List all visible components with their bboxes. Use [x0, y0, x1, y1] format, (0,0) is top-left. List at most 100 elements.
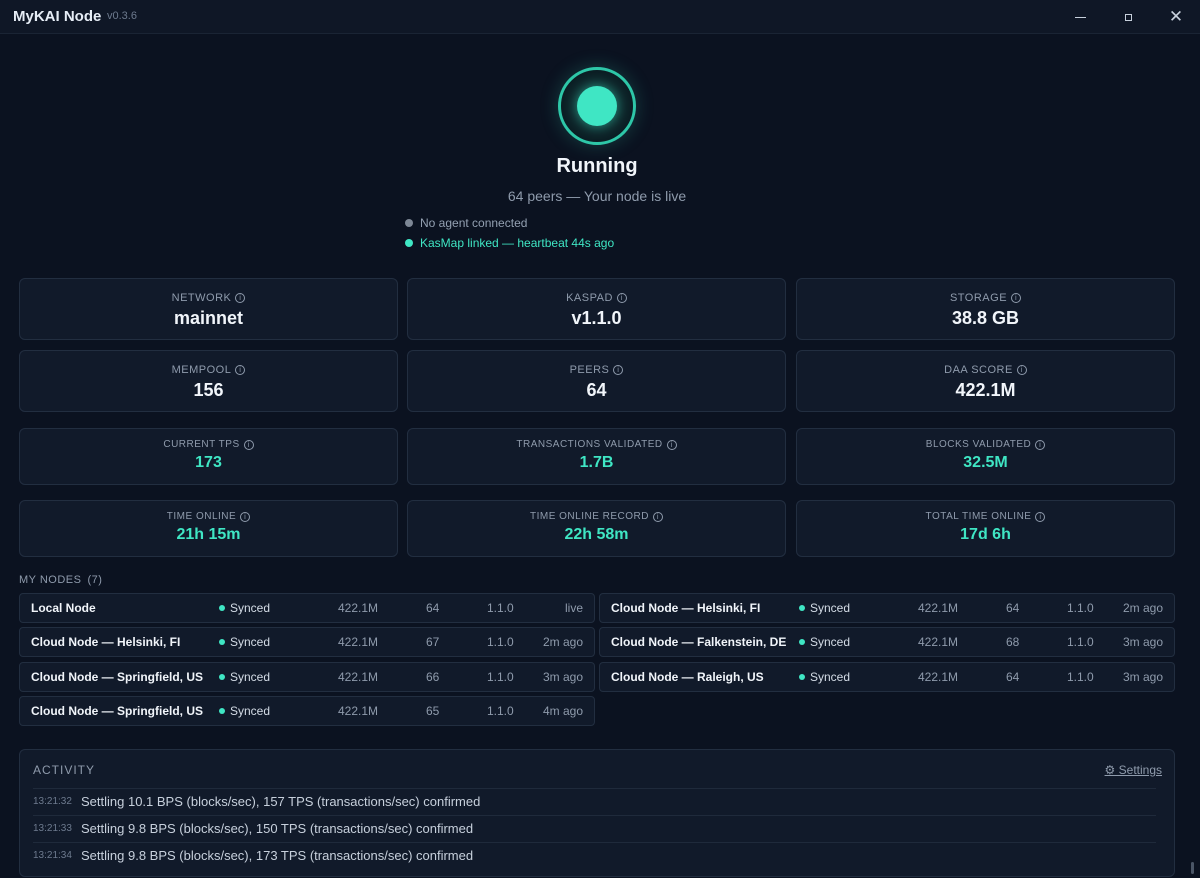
counter-card-time-online: TIME ONLINE i 21h 15m: [19, 500, 398, 557]
node-last-seen: 2m ago: [1122, 601, 1163, 615]
activity-entry: 13:21:32 Settling 10.1 BPS (blocks/sec),…: [33, 788, 1156, 815]
info-icon[interactable]: i: [653, 511, 663, 522]
info-icon[interactable]: i: [1035, 439, 1046, 450]
activity-entry: 13:21:33 Settling 9.8 BPS (blocks/sec), …: [33, 815, 1156, 842]
node-last-seen: 3m ago: [1122, 670, 1163, 684]
node-peers: 68: [1006, 635, 1020, 649]
node-row[interactable]: Cloud Node — Springfield, US Synced 422.…: [19, 662, 595, 692]
node-last-seen: 4m ago: [542, 704, 583, 718]
my-nodes-count: (7): [87, 574, 103, 586]
counter-value: 21h 15m: [176, 526, 241, 543]
info-icon[interactable]: i: [235, 365, 246, 375]
activity-time: 13:21:34: [33, 850, 72, 861]
status-dot: [577, 86, 617, 126]
stat-value: 422.1M: [955, 380, 1016, 400]
stat-value: 156: [193, 380, 224, 400]
node-daa: 422.1M: [918, 601, 959, 615]
stat-card-network: NETWORK i mainnet: [19, 278, 398, 340]
node-last-seen: 3m ago: [542, 670, 583, 684]
kasmap-status: KasMap linked — heartbeat 44s ago: [405, 236, 614, 250]
node-daa: 422.1M: [918, 635, 959, 649]
counter-label: CURRENT TPS: [163, 439, 240, 450]
node-daa: 422.1M: [338, 704, 379, 718]
synced-dot-icon: [799, 605, 805, 611]
stat-value: 64: [586, 380, 607, 400]
node-row[interactable]: Cloud Node — Falkenstein, DE Synced 422.…: [599, 627, 1175, 657]
agent-status: No agent connected: [405, 216, 527, 230]
node-daa: 422.1M: [918, 670, 959, 684]
counter-value: 22h 58m: [564, 526, 629, 543]
counter-value: 173: [195, 454, 222, 471]
app-version: v0.3.6: [107, 10, 137, 22]
stat-label: KASPAD: [566, 292, 613, 304]
node-peers: 67: [426, 635, 440, 649]
minimize-icon: [1074, 16, 1086, 18]
node-peers: 64: [1006, 601, 1020, 615]
node-peers: 65: [426, 704, 440, 718]
node-sync-status: Synced: [219, 635, 270, 649]
node-name: Cloud Node — Raleigh, US: [611, 670, 764, 684]
stat-card-daa-score: DAA SCORE i 422.1M: [796, 350, 1175, 412]
activity-message: Settling 9.8 BPS (blocks/sec), 173 TPS (…: [81, 848, 474, 863]
activity-message: Settling 10.1 BPS (blocks/sec), 157 TPS …: [81, 794, 481, 809]
node-version: 1.1.0: [1067, 670, 1094, 684]
stat-label: STORAGE: [949, 292, 1008, 304]
activity-title: ACTIVITY: [33, 763, 96, 777]
counter-label: BLOCKS VALIDATED: [925, 439, 1032, 450]
node-sync-status: Synced: [799, 601, 850, 615]
node-row[interactable]: Cloud Node — Helsinki, FI Synced 422.1M …: [19, 627, 595, 657]
counter-label: TOTAL TIME ONLINE: [925, 511, 1032, 522]
node-row[interactable]: Cloud Node — Helsinki, FI Synced 422.1M …: [599, 593, 1175, 623]
info-icon[interactable]: i: [240, 511, 251, 522]
info-icon[interactable]: i: [613, 365, 624, 375]
activity-message: Settling 9.8 BPS (blocks/sec), 150 TPS (…: [81, 821, 474, 836]
node-version: 1.1.0: [1067, 601, 1094, 615]
node-peers: 64: [426, 601, 440, 615]
counter-label: TRANSACTIONS VALIDATED: [516, 439, 663, 450]
scrollbar-thumb[interactable]: [1191, 862, 1194, 874]
node-version: 1.1.0: [487, 704, 514, 718]
stat-card-kaspad: KASPAD i v1.1.0: [407, 278, 786, 340]
settings-link[interactable]: ⚙ Settings: [1105, 763, 1162, 777]
node-row[interactable]: Cloud Node — Raleigh, US Synced 422.1M 6…: [599, 662, 1175, 692]
my-nodes-heading: MY NODES (7): [19, 574, 102, 586]
activity-panel: ACTIVITY ⚙ Settings 13:21:32 Settling 10…: [19, 749, 1175, 877]
node-name: Cloud Node — Springfield, US: [31, 704, 203, 718]
close-button[interactable]: ✕: [1153, 0, 1199, 34]
stat-card-peers: PEERS i 64: [407, 350, 786, 412]
maximize-button[interactable]: [1105, 0, 1151, 34]
node-name: Cloud Node — Springfield, US: [31, 670, 203, 684]
info-icon[interactable]: i: [1035, 511, 1046, 522]
info-icon[interactable]: i: [1011, 293, 1022, 303]
node-row[interactable]: Local Node Synced 422.1M 64 1.1.0 live: [19, 593, 595, 623]
stat-value: 38.8 GB: [951, 308, 1020, 328]
synced-dot-icon: [219, 674, 225, 680]
info-icon[interactable]: i: [616, 293, 627, 303]
activity-entry: 13:21:34 Settling 9.8 BPS (blocks/sec), …: [33, 842, 1156, 869]
stat-label: NETWORK: [171, 292, 232, 304]
node-last-seen: live: [564, 601, 583, 615]
synced-dot-icon: [219, 708, 225, 714]
title-bar: MyKAI Node v0.3.6 ✕: [0, 0, 1200, 34]
counter-card-time-online-record: TIME ONLINE RECORD i 22h 58m: [407, 500, 786, 557]
node-sync-status: Synced: [799, 635, 850, 649]
node-name: Cloud Node — Helsinki, FI: [31, 635, 181, 649]
agent-status-text: No agent connected: [420, 216, 528, 230]
info-icon[interactable]: i: [235, 293, 246, 303]
stat-value: mainnet: [173, 308, 243, 328]
node-daa: 422.1M: [338, 601, 379, 615]
stat-label: PEERS: [569, 364, 610, 376]
info-icon[interactable]: i: [1016, 365, 1027, 375]
activity-time: 13:21:33: [33, 823, 72, 834]
synced-dot-icon: [799, 639, 805, 645]
kasmap-status-dot: [405, 239, 413, 247]
info-icon[interactable]: i: [243, 439, 254, 450]
info-icon[interactable]: i: [666, 439, 677, 450]
node-sync-status: Synced: [219, 670, 270, 684]
node-peers: 66: [426, 670, 440, 684]
node-sync-status: Synced: [219, 601, 270, 615]
minimize-button[interactable]: [1057, 0, 1103, 34]
synced-dot-icon: [219, 639, 225, 645]
activity-time: 13:21:32: [33, 796, 72, 807]
node-row[interactable]: Cloud Node — Springfield, US Synced 422.…: [19, 696, 595, 726]
